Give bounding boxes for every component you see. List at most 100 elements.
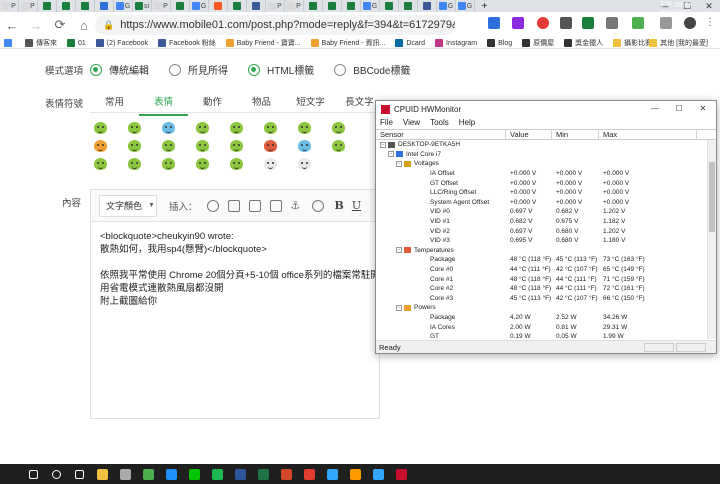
new-tab-button[interactable]: + [475,0,494,12]
browser-tab[interactable]: P [19,0,38,12]
photoshop-taskbar-button[interactable] [321,464,344,484]
collapse-toggle-icon[interactable]: − [388,151,394,158]
extension-icon[interactable] [632,17,644,29]
collapse-toggle-icon[interactable]: − [396,247,402,254]
bookmark-item[interactable]: Instagram [435,39,477,47]
extension-icon[interactable] [512,17,524,29]
sensor-row[interactable]: Core #1 48 °C (118 °F) 44 °C (111 °F) 71 °C… [376,274,716,284]
extension-icon[interactable] [660,17,672,29]
emoji-icon[interactable] [264,158,277,170]
column-min[interactable]: Min [552,130,599,139]
sensor-row[interactable]: VID #3 0.695 V 0.680 V 1.180 V [376,236,716,246]
extension-icon[interactable] [537,17,549,29]
emoji-icon[interactable] [298,122,311,134]
reload-button[interactable]: ⟳ [48,13,72,37]
acrobat-taskbar-button[interactable] [298,464,321,484]
anchor-icon[interactable]: ⚓ [291,200,303,212]
chrome-taskbar-button[interactable] [137,464,160,484]
browser-tab[interactable] [57,0,76,12]
browser-tab[interactable]: P [266,0,285,12]
bookmark-item[interactable]: Blog [487,39,512,47]
emoji-icon[interactable] [298,140,311,152]
address-bar[interactable]: 🔒 https://www.mobile01.com/post.php?mode… [95,15,455,35]
emoji-icon[interactable] [128,122,141,134]
sensor-row[interactable]: Package 48 °C (118 °F) 45 °C (113 °F) 73 °C… [376,255,716,265]
emoji-icon[interactable] [196,122,209,134]
menu-help[interactable]: Help [459,118,475,129]
bold-button[interactable]: B [335,199,344,212]
emoji-icon[interactable] [94,140,107,152]
emoji-icon[interactable] [332,140,345,152]
mode-wysiwyg-radio[interactable]: 所見所得 [169,62,228,77]
browser-tab[interactable]: G [114,0,133,12]
hwm-close-button[interactable]: ✕ [692,101,714,116]
collapse-toggle-icon[interactable]: − [380,141,386,148]
settings-taskbar-button[interactable] [114,464,137,484]
sensor-row[interactable]: Core #0 44 °C (111 °F) 42 °C (107 °F) 65 °C… [376,265,716,275]
column-sensor[interactable]: Sensor [376,130,506,139]
sensor-row[interactable]: IA Cores 2.00 W 0.81 W 29.31 W [376,322,716,332]
code-icon[interactable] [227,199,240,212]
emoji-icon[interactable] [230,158,243,170]
bookmark-item[interactable]: Baby Friend - 資訊... [310,38,385,48]
emoji-icon[interactable] [230,140,243,152]
bookmark-item[interactable]: 攝影比賽 [613,38,652,48]
lightroom-taskbar-button[interactable] [367,464,390,484]
browser-tab[interactable] [95,0,114,12]
sensor-row[interactable]: LLC/Ring Offset +0.000 V +0.000 V +0.000 V [376,188,716,198]
sensor-row[interactable]: − Powers [376,303,716,313]
emoji-icon[interactable] [264,140,277,152]
back-button[interactable]: ← [0,13,24,37]
browser-tab[interactable] [342,0,361,12]
menu-view[interactable]: View [403,118,420,129]
menu-tools[interactable]: Tools [430,118,449,129]
hwmonitor-window[interactable]: CPUID HWMonitor — ☐ ✕ File View Tools He… [375,100,717,354]
sensor-tree[interactable]: − DESKTOP-9ETKA5H − Intel Core i7− Voltages I… [376,140,716,339]
sensor-row[interactable]: System Agent Offset +0.000 V +0.000 V +0.00… [376,198,716,208]
sensor-row[interactable]: − DESKTOP-9ETKA5H [376,140,716,150]
close-button[interactable]: ✕ [698,0,720,12]
image-icon[interactable] [248,199,261,212]
browser-tab[interactable] [418,0,437,12]
bookmark-item[interactable] [4,39,15,47]
scrollbar-thumb[interactable] [709,162,715,232]
content-editor[interactable]: 文字顏色 ▼ 插入： ⚓ B U <blockquote>cheukyin90 … [90,189,389,419]
menu-file[interactable]: File [380,118,393,129]
browser-tab[interactable]: P [285,0,304,12]
emoji-icon[interactable] [298,158,311,170]
sensor-row[interactable]: GT 0.19 W 0.05 W 1.99 W [376,332,716,339]
mode-traditional-radio[interactable]: 傳統編輯 [90,62,149,77]
browser-tab[interactable]: si [133,0,152,12]
underline-button[interactable]: U [352,199,361,212]
start-taskbar-button[interactable] [22,464,45,484]
emoji-icon[interactable] [128,140,141,152]
extension-icon[interactable] [560,17,572,29]
browser-tab[interactable] [399,0,418,12]
excel-taskbar-button[interactable] [252,464,275,484]
browser-tab[interactable] [209,0,228,12]
powerpoint-taskbar-button[interactable] [275,464,298,484]
gallery-icon[interactable] [269,199,282,212]
browser-tab[interactable]: G [456,0,475,12]
sensor-row[interactable]: − Intel Core i7 [376,150,716,160]
sensor-row[interactable]: VID #0 0.697 V 0.682 V 1.202 V [376,207,716,217]
collapse-toggle-icon[interactable]: − [396,160,402,167]
sensor-row[interactable]: VID #1 0.682 V 0.675 V 1.182 V [376,217,716,227]
emoji-icon[interactable] [332,122,345,134]
profile-avatar[interactable] [684,17,696,29]
emoji-picker-icon[interactable] [311,199,324,212]
browser-tab[interactable] [323,0,342,12]
system-clock[interactable]: 下午 08:47 2020/8/23 [659,2,692,18]
emoji-icon[interactable] [94,122,107,134]
editor-text[interactable]: <blockquote>cheukyin90 wrote: 散熱如何，我用sp4… [91,222,389,316]
hwm-minimize-button[interactable]: — [644,101,666,116]
sensor-row[interactable]: IA Offset +0.000 V +0.000 V +0.000 V [376,169,716,179]
bookmark-item[interactable]: 傳客來 [25,38,57,48]
hwmonitor-taskbar-button[interactable] [390,464,413,484]
browser-tab[interactable] [247,0,266,12]
task-view-taskbar-button[interactable] [68,464,91,484]
sensor-row[interactable]: VID #2 0.697 V 0.680 V 1.202 V [376,226,716,236]
bookmark-item[interactable]: Dcard [395,39,425,47]
word-taskbar-button[interactable] [229,464,252,484]
sensor-row[interactable]: Core #3 45 °C (113 °F) 42 °C (107 °F) 66 °C… [376,294,716,304]
